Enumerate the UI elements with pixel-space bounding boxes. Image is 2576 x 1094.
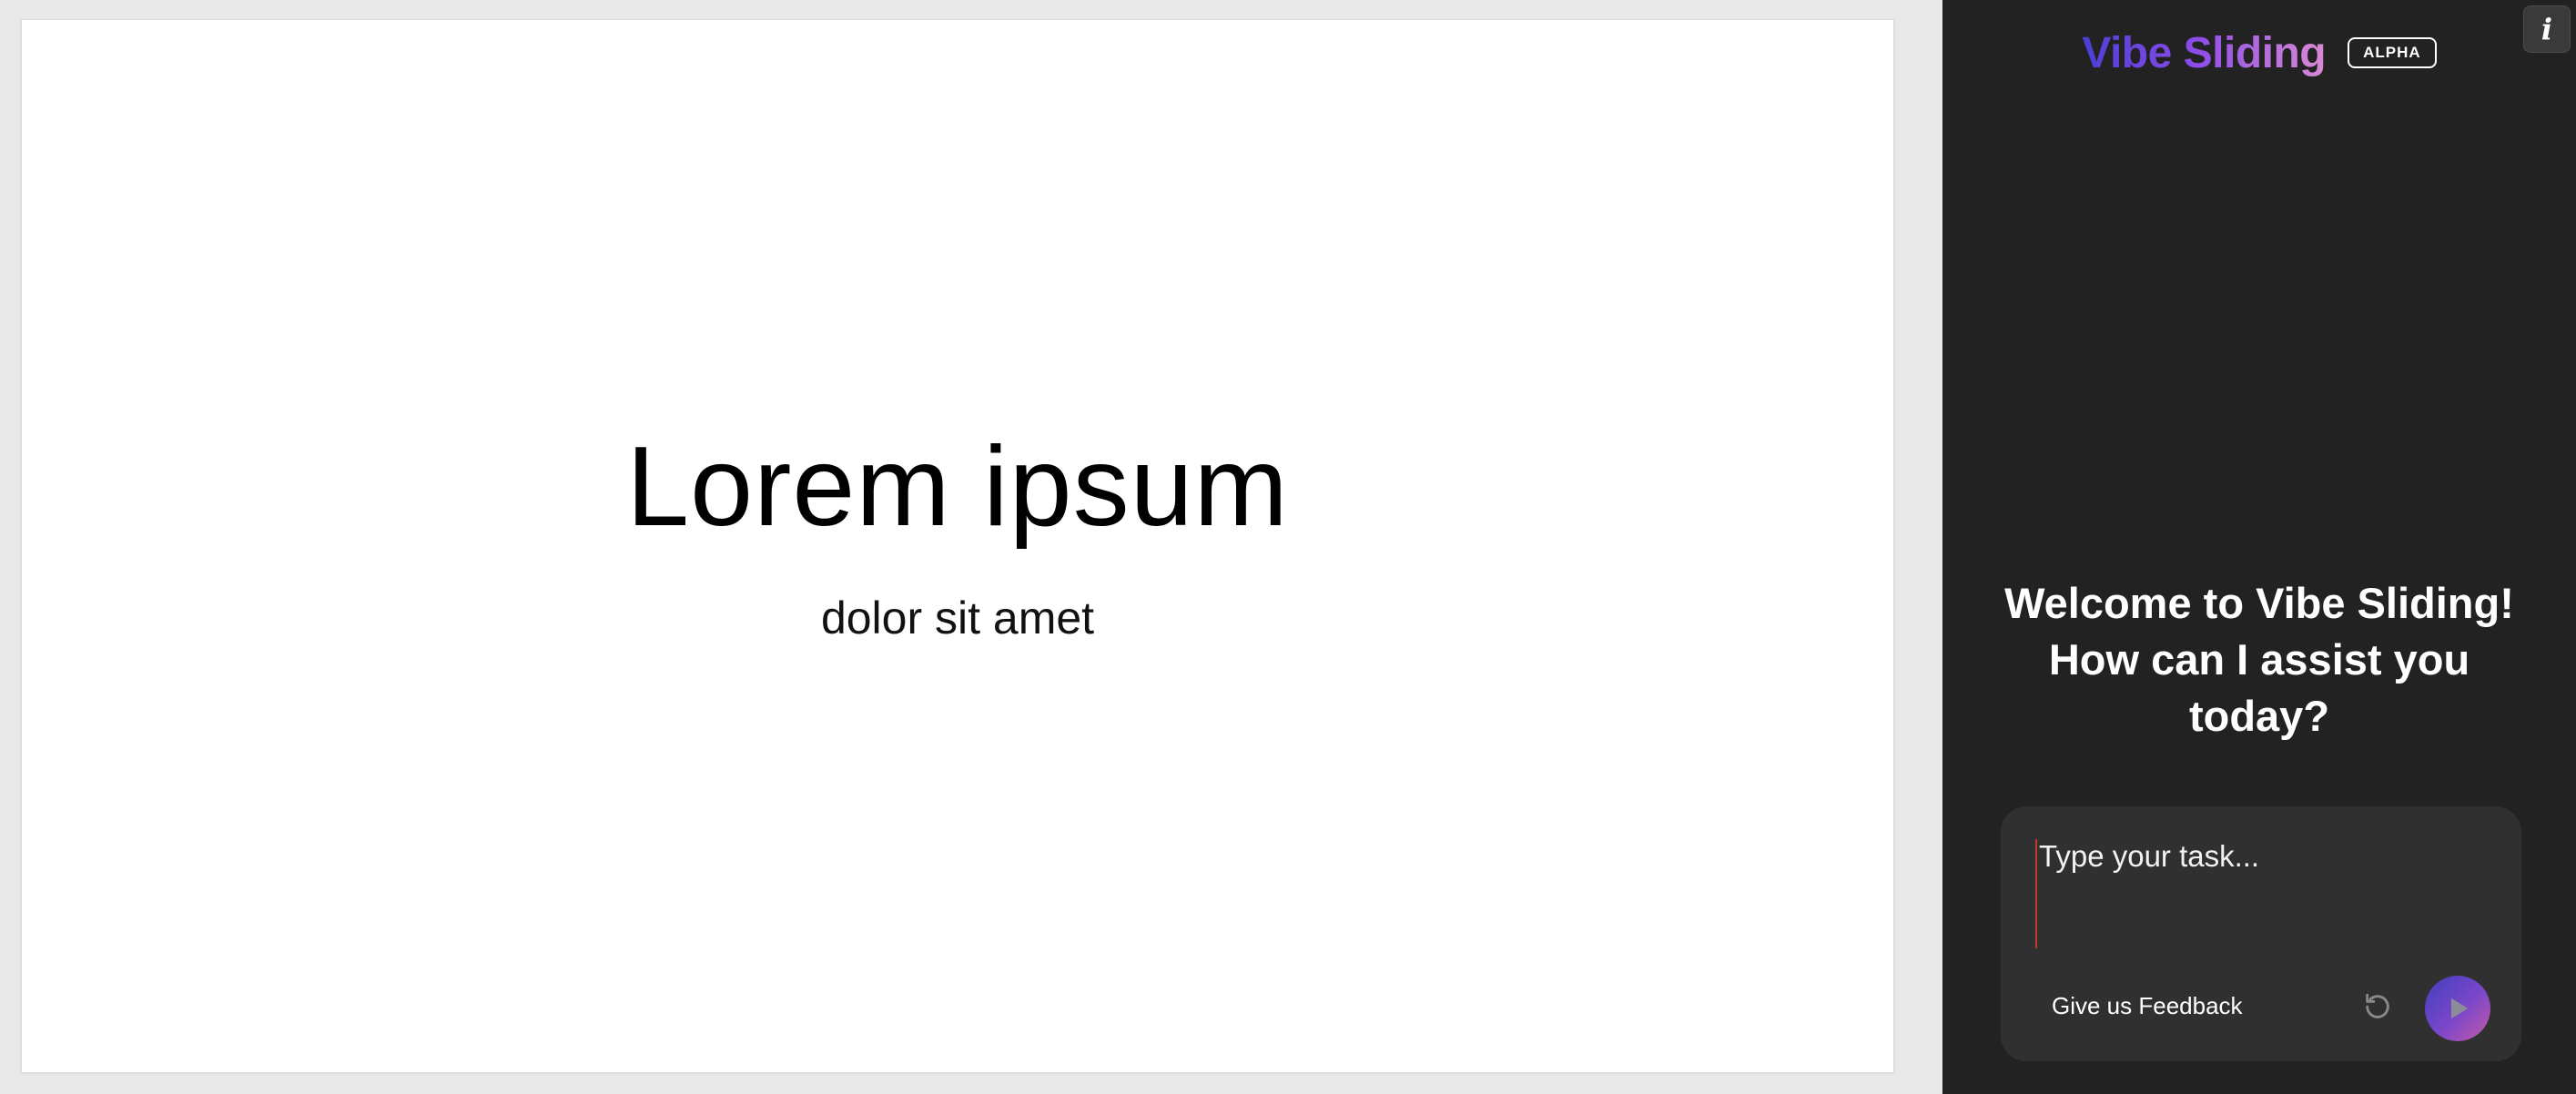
feedback-link[interactable]: Give us Feedback xyxy=(2052,992,2243,1020)
alpha-badge: ALPHA xyxy=(2348,37,2437,68)
reset-button[interactable] xyxy=(2358,987,2398,1027)
task-composer: Give us Feedback xyxy=(2001,806,2521,1061)
welcome-message: Welcome to Vibe Sliding! How can I assis… xyxy=(1979,575,2540,745)
app-window: Lorem ipsum dolor sit amet Vibe Sliding … xyxy=(0,0,2576,1094)
task-input[interactable] xyxy=(2035,839,2494,948)
play-icon xyxy=(2450,998,2469,1019)
slide[interactable]: Lorem ipsum dolor sit amet xyxy=(21,19,1894,1073)
info-button[interactable]: i xyxy=(2523,5,2571,53)
send-button[interactable] xyxy=(2425,976,2490,1041)
assistant-panel: Vibe Sliding ALPHA i Welcome to Vibe Sli… xyxy=(1942,0,2576,1094)
welcome-line: Welcome to Vibe Sliding! xyxy=(2004,579,2514,627)
slide-canvas-area: Lorem ipsum dolor sit amet xyxy=(0,0,1942,1094)
welcome-line: today? xyxy=(2188,692,2330,740)
info-icon: i xyxy=(2541,12,2553,46)
brand-header: Vibe Sliding ALPHA xyxy=(1942,25,2576,80)
refresh-icon xyxy=(2366,993,2389,1018)
slide-subtitle[interactable]: dolor sit amet xyxy=(22,593,1893,643)
brand-logo: Vibe Sliding xyxy=(2082,28,2327,77)
slide-title[interactable]: Lorem ipsum xyxy=(22,425,1893,550)
welcome-line: How can I assist you xyxy=(2048,635,2470,684)
